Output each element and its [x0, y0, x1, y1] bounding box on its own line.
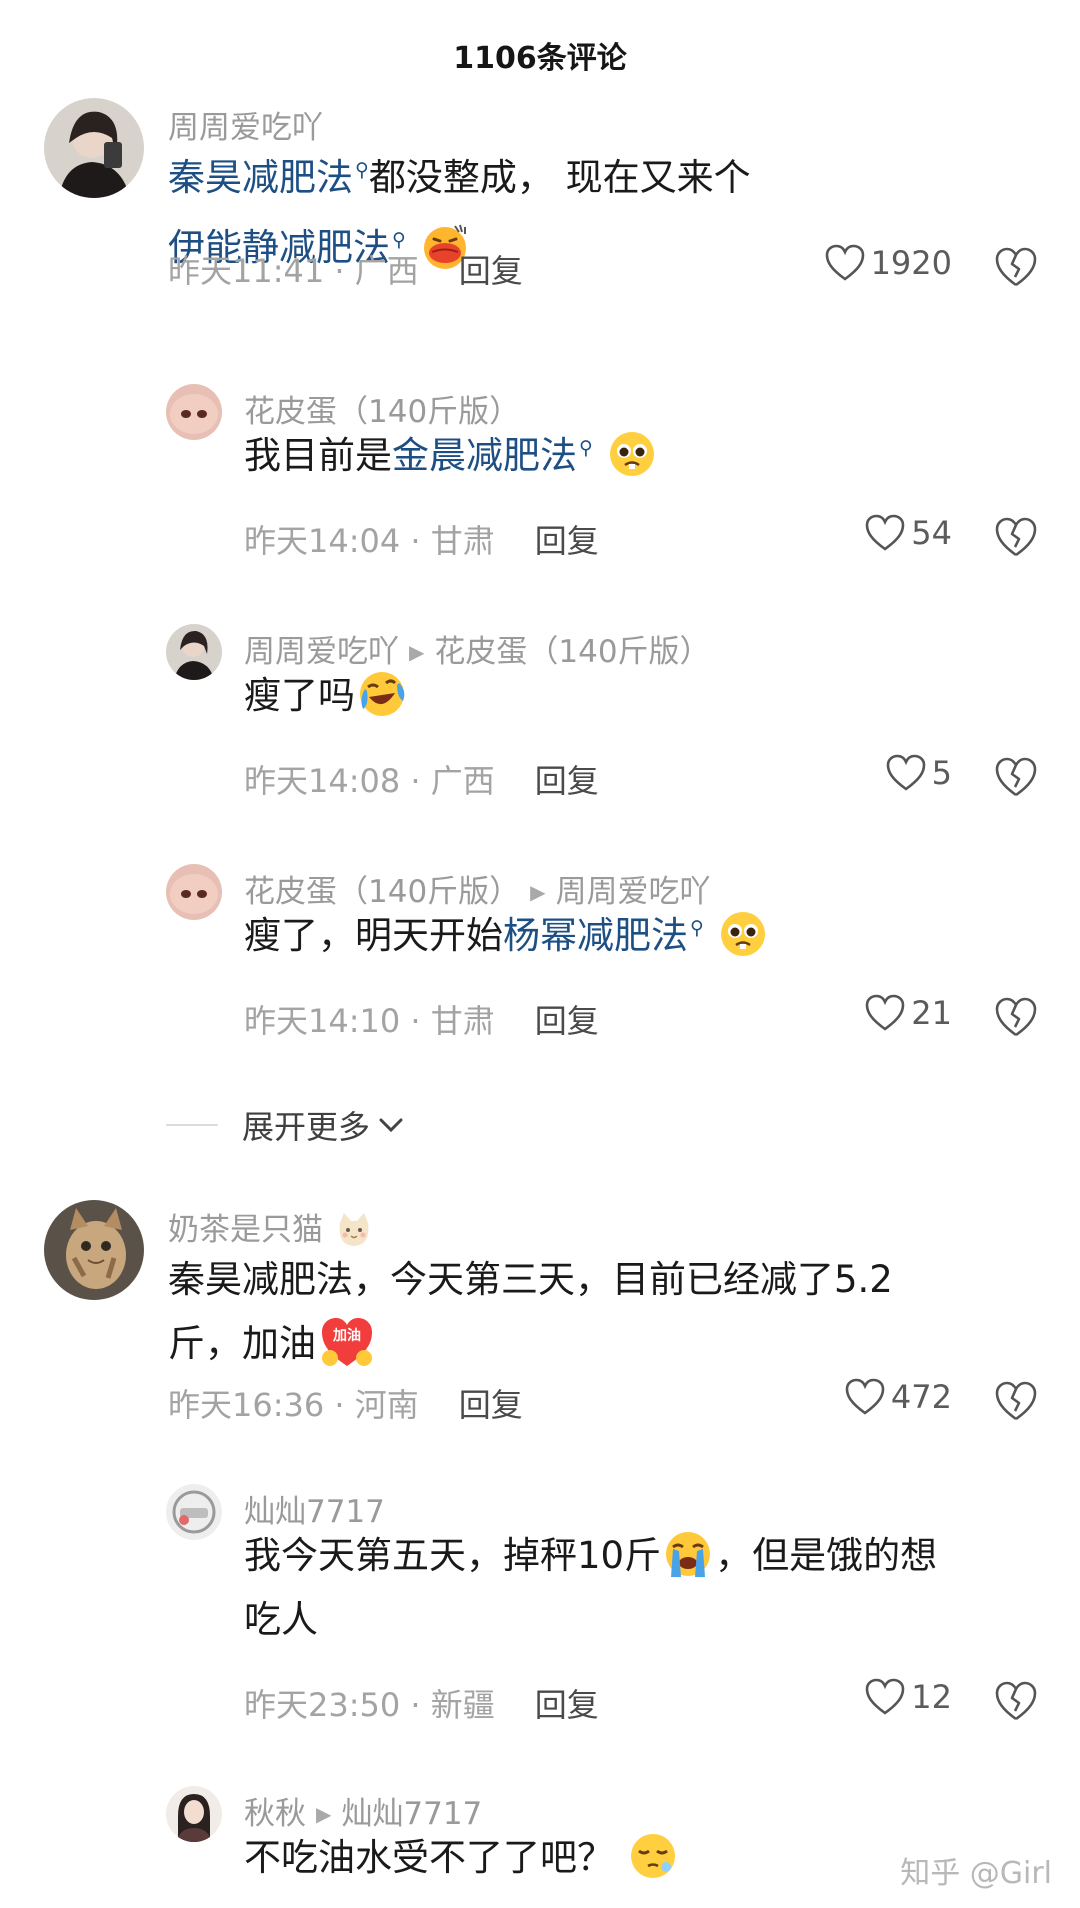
- comment-text: 我今天第五天，掉秤10斤 ，但是饿的想 吃人: [244, 1524, 1024, 1652]
- reply-button[interactable]: 回复: [535, 1686, 599, 1724]
- dislike-icon[interactable]: [994, 246, 1038, 288]
- dislike-icon[interactable]: [994, 1380, 1038, 1422]
- comment-text-fragment: 秦昊减肥法，今天第三天，目前已经减了5.2: [168, 1258, 893, 1301]
- sticker-text: 加油: [332, 1327, 361, 1344]
- laugh-cry-emoji: [357, 669, 407, 719]
- comment-text-fragment: 瘦了吗: [244, 674, 355, 717]
- jiayou-sticker-emoji: 加油: [318, 1314, 376, 1370]
- comment-time-location: 昨天11:41 · 广西: [168, 252, 419, 290]
- comment-text-fragment: 我目前是: [244, 434, 392, 477]
- avatar[interactable]: [166, 864, 222, 920]
- comment-text-fragment: 不吃油水受不了了吧？: [244, 1836, 614, 1879]
- comment-time-location: 昨天14:10 · 甘肃: [244, 1002, 495, 1040]
- comment-time-location: 昨天23:50 · 新疆: [244, 1686, 495, 1724]
- like-count: 5: [931, 754, 952, 792]
- search-link[interactable]: 秦昊减肥法: [168, 156, 353, 199]
- like-button[interactable]: 12: [865, 1678, 952, 1716]
- search-icon: ⚲: [579, 437, 593, 459]
- search-link[interactable]: 金晨减肥法: [392, 434, 577, 477]
- avatar[interactable]: [166, 1786, 222, 1842]
- like-button[interactable]: 21: [865, 994, 952, 1032]
- comment-meta: 昨天14:10 · 甘肃 回复: [244, 996, 599, 1042]
- like-button[interactable]: 54: [865, 514, 952, 552]
- comment-text: 秦昊减肥法，今天第三天，目前已经减了5.2 斤，加油 加油: [168, 1248, 988, 1376]
- comment-meta: 昨天16:36 · 河南 回复: [168, 1380, 523, 1426]
- comment-time-location: 昨天14:04 · 甘肃: [244, 522, 495, 560]
- comment-text: 我目前是金晨减肥法 ⚲: [244, 424, 1024, 494]
- comment-text-fragment: ，但是饿的想: [715, 1534, 938, 1577]
- heart-icon: [845, 1378, 885, 1415]
- like-button[interactable]: 5: [886, 754, 952, 792]
- heart-icon: [865, 514, 905, 551]
- zhihu-watermark: 知乎 @Girl: [900, 1856, 1052, 1891]
- comment-meta: 昨天23:50 · 新疆 回复: [244, 1680, 599, 1726]
- search-link[interactable]: 杨幂减肥法: [503, 914, 688, 957]
- comment-meta: 昨天11:41 · 广西 回复: [168, 246, 523, 292]
- comment-text-fragment: 我今天第五天，掉秤10斤: [244, 1534, 662, 1577]
- search-icon: ⚲: [355, 159, 369, 181]
- comment-meta: 昨天14:04 · 甘肃 回复: [244, 516, 599, 562]
- dislike-icon[interactable]: [994, 516, 1038, 558]
- reply-arrow-icon: ▶: [316, 1802, 332, 1826]
- reply-button[interactable]: 回复: [459, 1386, 523, 1424]
- comment-text: 瘦了，明天开始杨幂减肥法 ⚲: [244, 904, 1024, 974]
- like-button[interactable]: 472: [845, 1378, 952, 1416]
- cat-face-emoji: [335, 1211, 373, 1249]
- reply-button[interactable]: 回复: [535, 762, 599, 800]
- avatar[interactable]: [166, 1484, 222, 1540]
- like-button[interactable]: 1920: [825, 244, 952, 282]
- reply-arrow-icon: ▶: [530, 880, 546, 904]
- comment-text-fragment: 斤，加油: [168, 1322, 316, 1365]
- reply-button[interactable]: 回复: [459, 252, 523, 290]
- heart-icon: [825, 244, 864, 281]
- reply-arrow-icon: ▶: [409, 640, 425, 664]
- comment-text-fragment: 瘦了，明天开始: [244, 914, 503, 957]
- comments-count-title: 1106条评论: [453, 41, 627, 76]
- avatar[interactable]: [166, 384, 222, 440]
- sleepy-face-emoji: [628, 1831, 678, 1881]
- comment-text-fragment: 都没整成， 现在又来个: [368, 156, 751, 199]
- crying-face-emoji: [663, 1529, 713, 1579]
- comment-time-location: 昨天16:36 · 河南: [168, 1386, 419, 1424]
- search-icon: ⚲: [690, 917, 704, 939]
- username-link[interactable]: 奶茶是只猫: [168, 1212, 323, 1248]
- heart-icon: [865, 1678, 905, 1715]
- like-count: 21: [911, 994, 952, 1032]
- avatar[interactable]: [44, 98, 144, 198]
- comment-time-location: 昨天14:08 · 广西: [244, 762, 495, 800]
- pleading-face-emoji: [718, 909, 768, 959]
- username: 奶茶是只猫: [168, 1204, 375, 1251]
- reply-button[interactable]: 回复: [535, 1002, 599, 1040]
- heart-icon: [865, 994, 905, 1031]
- avatar[interactable]: [166, 624, 222, 680]
- comment-text: 瘦了吗: [244, 664, 1024, 728]
- reply-button[interactable]: 回复: [535, 522, 599, 560]
- username[interactable]: 周周爱吃吖: [168, 102, 323, 147]
- pleading-face-emoji: [607, 429, 657, 479]
- heart-icon: [886, 754, 925, 791]
- divider-line: [166, 1124, 218, 1126]
- expand-more-button[interactable]: 展开更多: [166, 1102, 404, 1148]
- chevron-down-icon: [379, 1118, 403, 1133]
- like-count: 12: [911, 1678, 952, 1716]
- comment-meta: 昨天14:08 · 广西 回复: [244, 756, 599, 802]
- like-count: 472: [890, 1378, 952, 1416]
- dislike-icon[interactable]: [994, 1680, 1038, 1722]
- like-count: 1920: [870, 244, 952, 282]
- expand-more-label: 展开更多: [242, 1108, 371, 1146]
- dislike-icon[interactable]: [994, 756, 1038, 798]
- avatar[interactable]: [44, 1200, 144, 1300]
- dislike-icon[interactable]: [994, 996, 1038, 1038]
- like-count: 54: [911, 514, 952, 552]
- comment-text-fragment: 吃人: [244, 1598, 318, 1641]
